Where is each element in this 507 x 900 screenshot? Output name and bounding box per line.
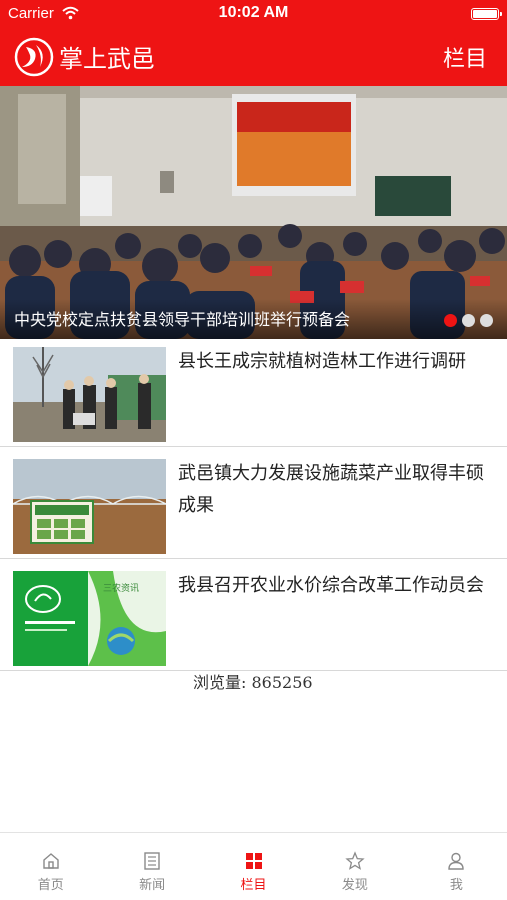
- news-item[interactable]: 武邑镇大力发展设施蔬菜产业取得丰硕成果: [0, 451, 507, 559]
- nav-bar: 掌上武邑 栏目: [0, 28, 507, 86]
- home-icon: [43, 853, 59, 869]
- carousel-dot-3[interactable]: [480, 314, 493, 327]
- battery-icon: [471, 8, 502, 20]
- tab-discover[interactable]: 发现: [304, 833, 405, 900]
- svg-text:三农资讯: 三农资讯: [103, 582, 139, 594]
- banner-carousel[interactable]: 中央党校定点扶贫县领导干部培训班举行预备会: [0, 86, 507, 339]
- tab-home[interactable]: 首页: [0, 833, 101, 900]
- carousel-dot-2[interactable]: [462, 314, 475, 327]
- carousel-indicator: [444, 314, 493, 327]
- clock: 10:02 AM: [218, 4, 289, 21]
- tab-news[interactable]: 新闻: [101, 833, 202, 900]
- grid-icon: [245, 853, 262, 869]
- columns-button[interactable]: 栏目: [443, 41, 487, 73]
- news-title[interactable]: 县长王成宗就植树造林工作进行调研: [178, 346, 496, 378]
- news-title[interactable]: 武邑镇大力发展设施蔬菜产业取得丰硕成果: [178, 458, 496, 522]
- view-count-value: 865256: [251, 673, 313, 692]
- carousel-dot-1[interactable]: [444, 314, 457, 327]
- tab-label: 我: [449, 878, 463, 893]
- banner-caption[interactable]: 中央党校定点扶贫县领导干部培训班举行预备会: [14, 306, 350, 330]
- view-count: 浏览量: 865256: [193, 669, 313, 693]
- tab-columns[interactable]: 栏目: [203, 833, 304, 900]
- app-title: 掌上武邑: [59, 45, 155, 73]
- news-thumbnail: [13, 347, 166, 442]
- user-icon: [448, 852, 465, 870]
- tab-me[interactable]: 我: [406, 833, 507, 900]
- tab-label: 发现: [341, 878, 368, 893]
- status-bar: Carrier 10:02 AM: [0, 0, 507, 28]
- tab-bar: 首页 新闻 栏目 发现 我: [0, 832, 507, 900]
- news-item[interactable]: 县长王成宗就植树造林工作进行调研: [0, 339, 507, 447]
- news-thumbnail: 三农资讯: [13, 571, 166, 666]
- view-count-label: 浏览量:: [193, 673, 247, 692]
- news-item[interactable]: 三农资讯 我县召开农业水价综合改革工作动员会: [0, 563, 507, 671]
- tab-label: 栏目: [240, 878, 267, 893]
- news-thumbnail: [13, 459, 166, 554]
- app-logo-icon: [14, 37, 54, 77]
- news-title[interactable]: 我县召开农业水价综合改革工作动员会: [178, 570, 496, 602]
- tab-label: 新闻: [139, 878, 166, 893]
- news-icon: [144, 852, 160, 870]
- tab-label: 首页: [37, 878, 64, 893]
- star-icon: [345, 851, 365, 870]
